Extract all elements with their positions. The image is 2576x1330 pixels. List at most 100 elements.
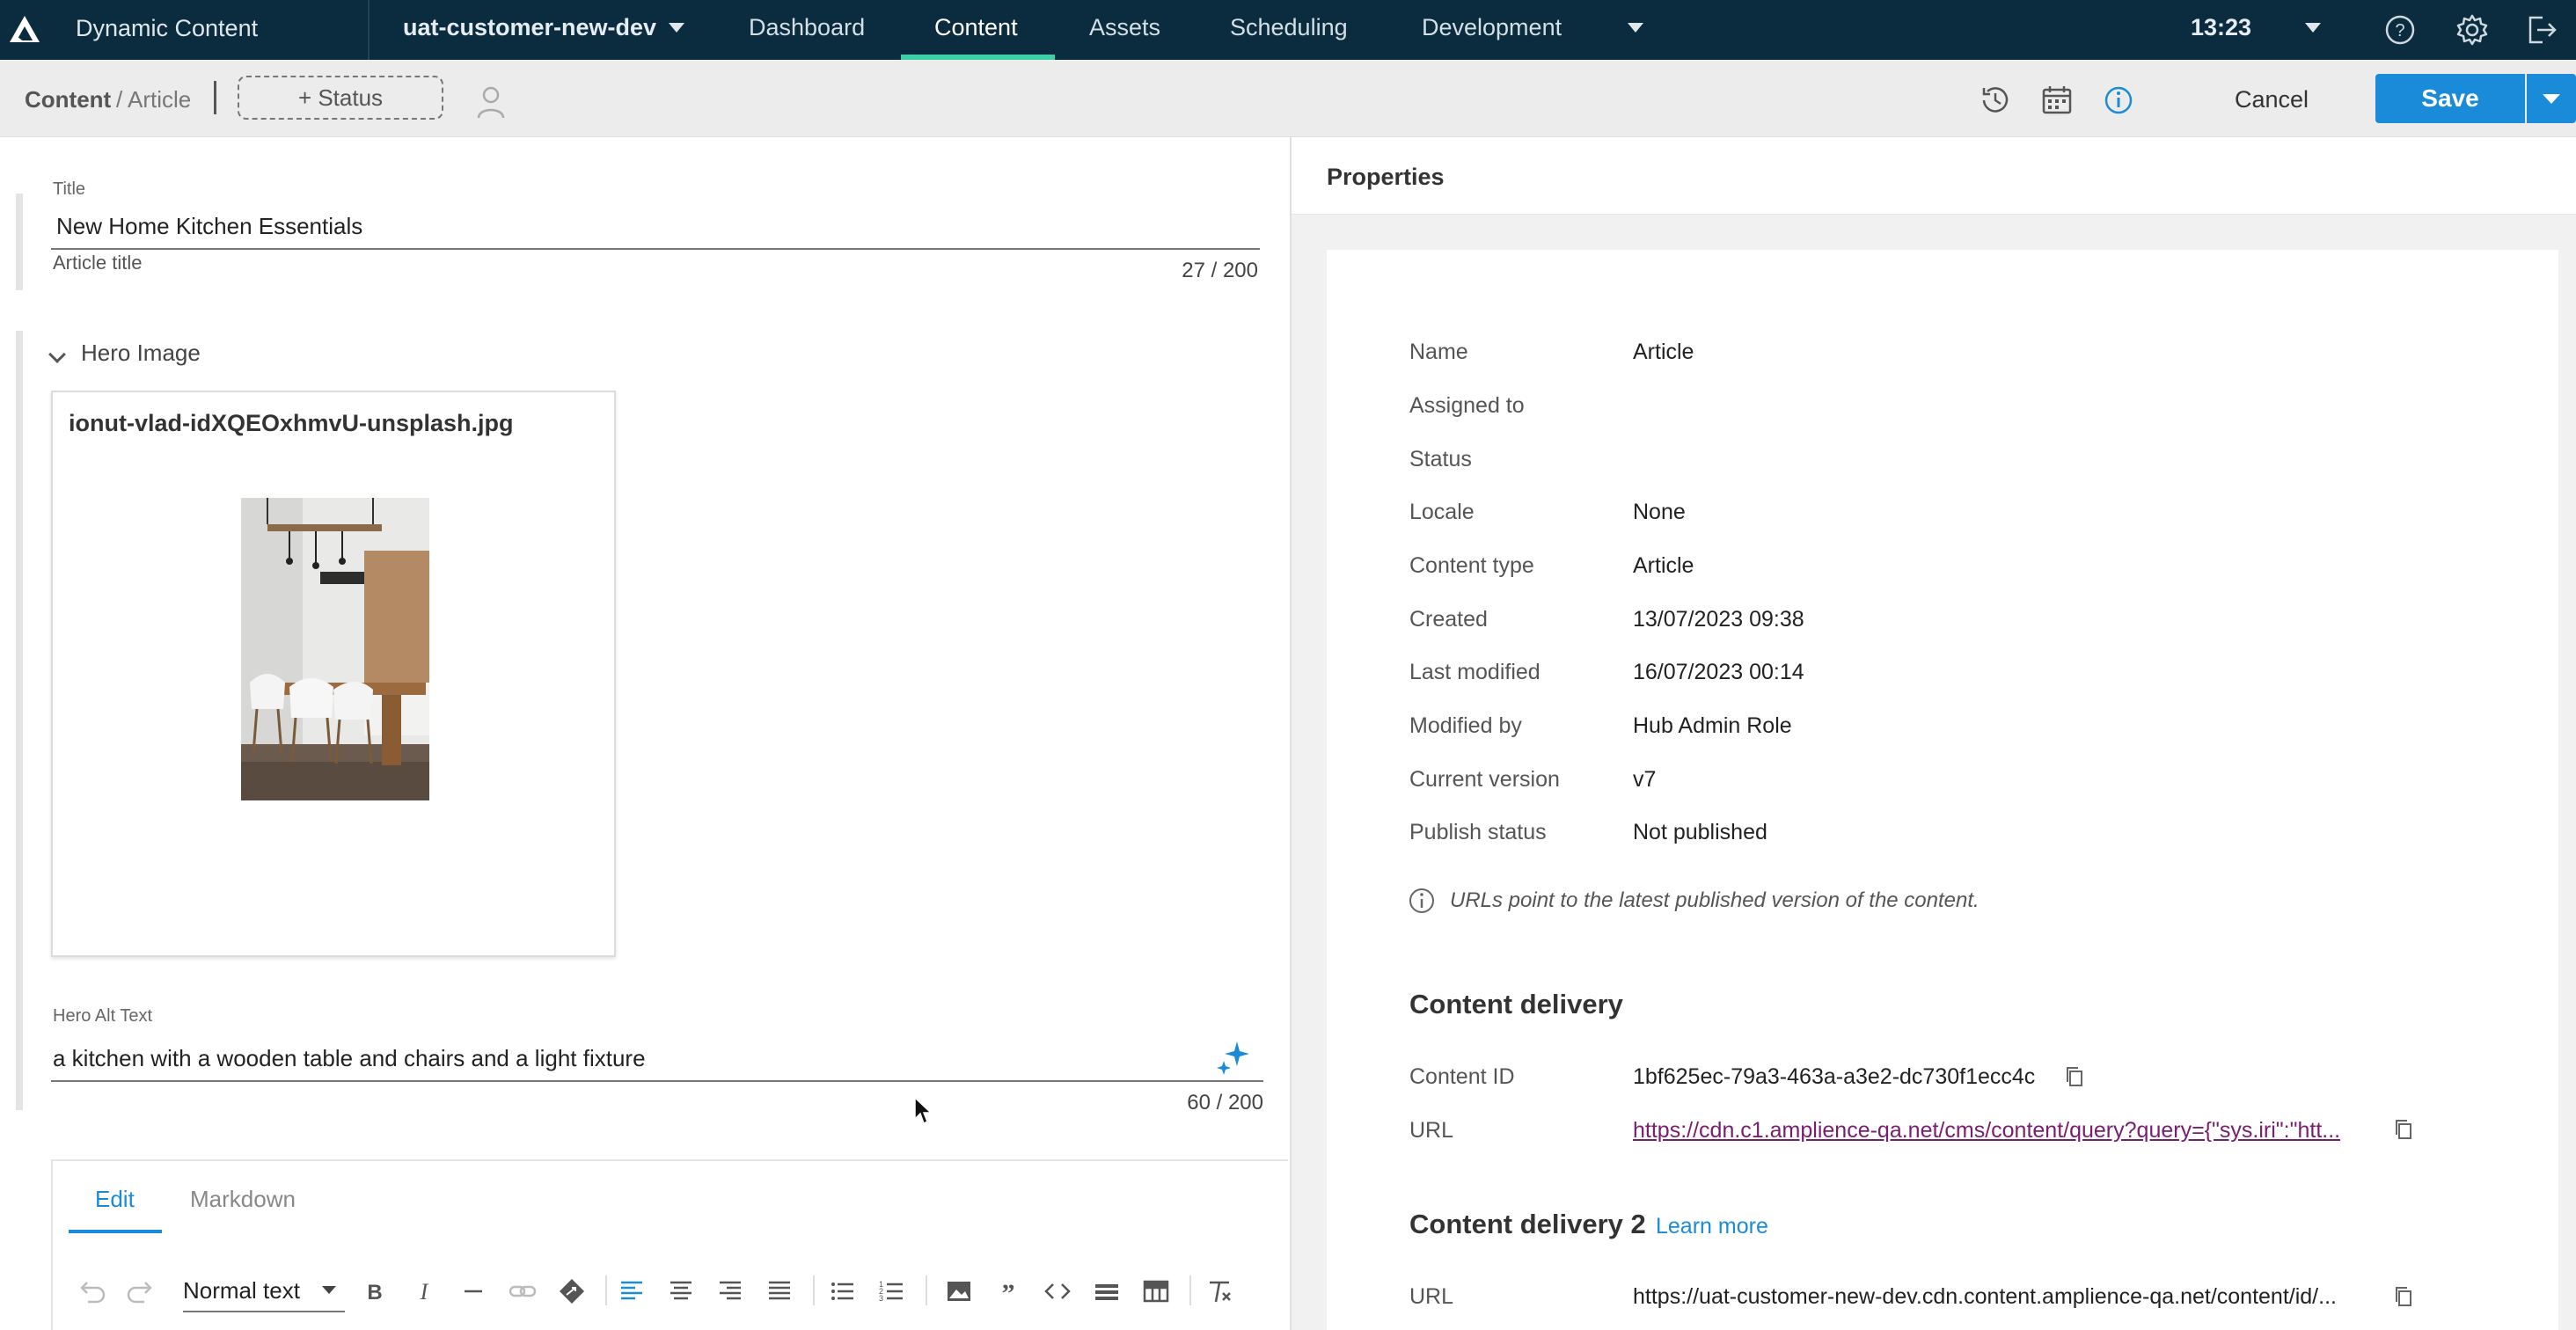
hero-image-card[interactable]: ionut-vlad-idXQEOxhmvU-unsplash.jpg — [51, 391, 616, 957]
table-icon[interactable] — [1138, 1274, 1174, 1309]
properties-title: Properties — [1327, 164, 1445, 190]
numbered-list-icon[interactable]: 123 — [875, 1274, 910, 1309]
prop-content-type-value: Article — [1633, 553, 1694, 578]
hr-block-icon[interactable] — [1089, 1274, 1124, 1309]
prop-name-value: Article — [1633, 340, 1694, 364]
learn-more-link[interactable]: Learn more — [1656, 1214, 1768, 1239]
prop-version-value: v7 — [1633, 767, 1657, 792]
amplience-logo-icon[interactable] — [7, 12, 42, 48]
chevron-down-icon[interactable] — [669, 23, 684, 33]
alt-text-field-label: Hero Alt Text — [53, 1006, 153, 1026]
alt-text-field-underline — [51, 1080, 1263, 1082]
text-style-select[interactable]: Normal text — [183, 1277, 300, 1304]
prop-status-label: Status — [1409, 447, 1472, 471]
content-delivery-2-title: Content delivery 2 — [1409, 1209, 1646, 1239]
nav-dashboard[interactable]: Dashboard — [749, 14, 865, 41]
svg-text:3: 3 — [879, 1294, 883, 1303]
align-left-icon[interactable] — [614, 1274, 649, 1309]
clock: 13:23 — [2191, 14, 2252, 40]
text-style-underline — [183, 1311, 345, 1312]
title-field[interactable]: New Home Kitchen Essentials — [56, 213, 362, 240]
nav-scheduling[interactable]: Scheduling — [1230, 14, 1348, 41]
copy-icon[interactable] — [2062, 1064, 2087, 1089]
prop-modified-by-label: Modified by — [1409, 713, 1522, 738]
cancel-button[interactable]: Cancel — [2235, 86, 2309, 113]
align-justify-icon[interactable] — [762, 1274, 797, 1309]
kitchen-image[interactable] — [241, 498, 429, 800]
prop-last-modified-value: 16/07/2023 00:14 — [1633, 660, 1804, 684]
prop-version-label: Current version — [1409, 767, 1560, 792]
field-indicator — [16, 194, 23, 290]
content-id-value: 1bf625ec-79a3-463a-a3e2-dc730f1ecc4c — [1633, 1064, 2036, 1089]
properties-card: Name Article Assigned to Status Locale N… — [1327, 250, 2558, 1330]
copy-icon[interactable] — [2391, 1117, 2416, 1142]
clock-chevron-down-icon[interactable] — [2305, 23, 2321, 33]
copy-icon[interactable] — [2391, 1284, 2416, 1309]
quote-icon[interactable]: ” — [991, 1274, 1026, 1309]
prop-last-modified-label: Last modified — [1409, 660, 1540, 684]
link-icon[interactable] — [505, 1274, 540, 1309]
clear-format-icon[interactable] — [1202, 1274, 1237, 1309]
chevron-down-icon[interactable] — [322, 1286, 336, 1294]
delivery-url-link[interactable]: https://cdn.c1.amplience-qa.net/cms/cont… — [1633, 1118, 2340, 1144]
divider — [926, 1275, 927, 1305]
nav-development[interactable]: Development — [1422, 14, 1562, 41]
code-icon[interactable] — [1040, 1274, 1075, 1309]
breadcrumb-content[interactable]: Content — [25, 86, 111, 113]
rich-text-editor: Edit Markdown Normal text B I 123 ” — [51, 1159, 1288, 1330]
image-filename: ionut-vlad-idXQEOxhmvU-unsplash.jpg — [69, 410, 514, 436]
bold-icon[interactable]: B — [357, 1274, 392, 1309]
divider — [368, 0, 370, 60]
chevron-down-icon[interactable] — [48, 346, 66, 363]
anchor-icon[interactable] — [554, 1274, 589, 1309]
prop-publish-status-value: Not published — [1633, 820, 1767, 844]
bullet-list-icon[interactable] — [825, 1274, 860, 1309]
align-center-icon[interactable] — [663, 1274, 699, 1309]
url-note: URLs point to the latest published versi… — [1450, 888, 1980, 912]
ai-sparkle-icon[interactable] — [1214, 1038, 1253, 1077]
hero-image-header[interactable]: Hero Image — [81, 340, 201, 367]
nav-content[interactable]: Content — [934, 14, 1018, 41]
nav-assets[interactable]: Assets — [1089, 14, 1160, 41]
content-delivery-title: Content delivery — [1409, 989, 1623, 1019]
assign-user-icon[interactable] — [472, 83, 510, 121]
nav-more-chevron-icon[interactable] — [1628, 23, 1643, 33]
divider — [214, 81, 216, 114]
undo-icon[interactable] — [74, 1274, 109, 1309]
alt-text-field[interactable]: a kitchen with a wooden table and chairs… — [53, 1045, 646, 1072]
delivery2-url-value: https://uat-customer-new-dev.cdn.content… — [1633, 1284, 2337, 1309]
prop-locale-label: Locale — [1409, 500, 1475, 524]
editor-toolbar: Content / Article + Status Cancel Save — [0, 60, 2576, 137]
tab-edit[interactable]: Edit — [95, 1186, 135, 1213]
italic-icon[interactable]: I — [406, 1274, 442, 1309]
prop-publish-status-label: Publish status — [1409, 820, 1547, 844]
history-icon[interactable] — [1976, 81, 2015, 120]
prop-locale-value: None — [1633, 500, 1686, 524]
save-options-dropdown[interactable] — [2527, 74, 2576, 123]
image-icon[interactable] — [941, 1274, 977, 1309]
properties-panel: Properties Name Article Assigned to Stat… — [1290, 137, 2576, 1330]
content-form: Title New Home Kitchen Essentials Articl… — [0, 137, 1288, 1330]
prop-created-label: Created — [1409, 607, 1488, 632]
title-char-count: 27 / 200 — [1182, 259, 1258, 282]
top-nav-bar: Dynamic Content uat-customer-new-dev Das… — [0, 0, 2576, 60]
add-status-button[interactable]: + Status — [238, 76, 443, 120]
tab-markdown[interactable]: Markdown — [190, 1186, 296, 1213]
sign-out-icon[interactable] — [2521, 11, 2560, 49]
divider — [605, 1275, 607, 1305]
horizontal-rule-icon[interactable] — [456, 1274, 491, 1309]
delivery-url-label: URL — [1409, 1118, 1454, 1143]
redo-icon[interactable] — [123, 1274, 158, 1309]
calendar-icon[interactable] — [2038, 81, 2076, 120]
align-right-icon[interactable] — [713, 1274, 748, 1309]
tab-active-indicator — [69, 1230, 162, 1233]
info-icon[interactable] — [2099, 81, 2138, 120]
gear-icon[interactable] — [2453, 11, 2492, 49]
hub-selector[interactable]: uat-customer-new-dev — [403, 14, 656, 41]
field-indicator — [16, 331, 23, 1110]
save-button[interactable]: Save — [2375, 74, 2525, 123]
svg-text:”: ” — [1002, 1279, 1015, 1308]
help-icon[interactable]: ? — [2381, 11, 2419, 49]
divider — [1189, 1275, 1191, 1305]
mouse-cursor-icon — [914, 1096, 933, 1125]
